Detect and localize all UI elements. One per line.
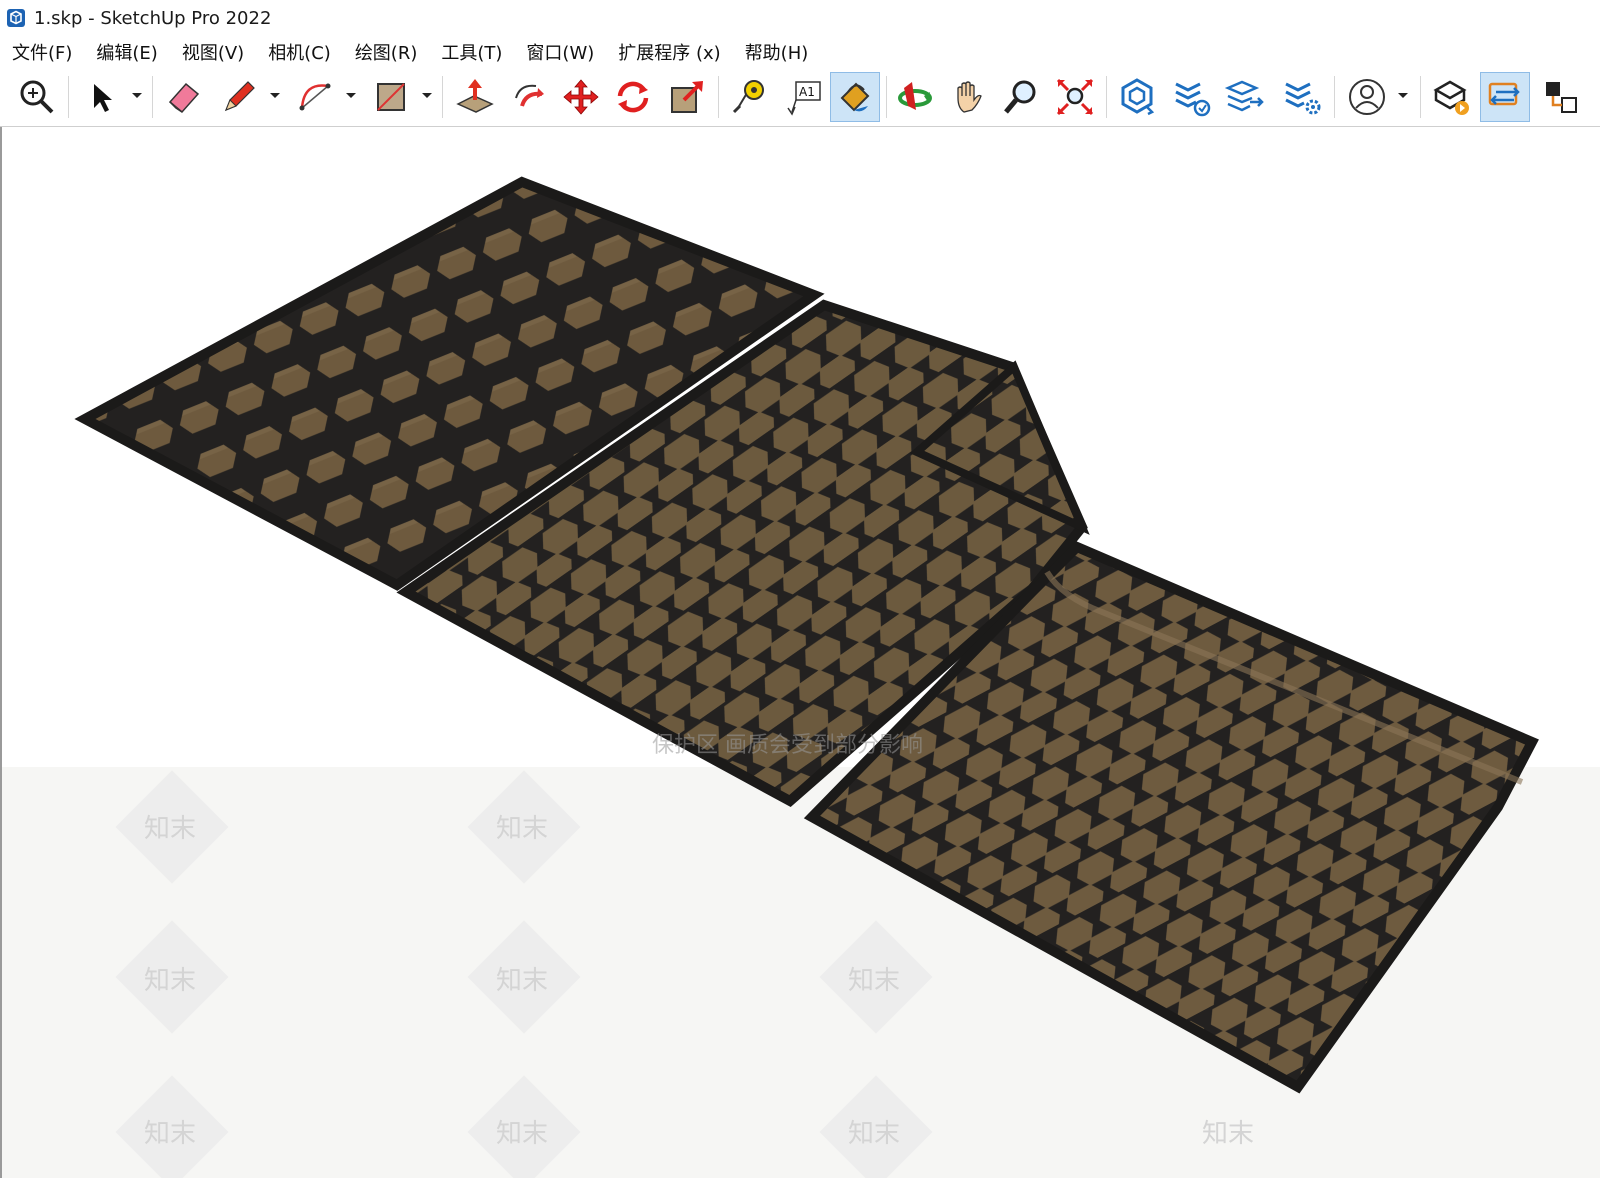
watermark-mark: 知末 (848, 1119, 900, 1149)
zoom-button[interactable] (996, 72, 1046, 122)
text-tool-label: A1 (799, 85, 815, 99)
push-pull-icon (456, 79, 494, 113)
scale-icon (671, 81, 703, 113)
rectangle-icon (377, 83, 405, 111)
add-location-button[interactable] (1426, 72, 1476, 122)
menu-extensions[interactable]: 扩展程序 (x) (618, 39, 720, 65)
orbit-button[interactable] (890, 72, 940, 122)
title-bar: 1.skp - SketchUp Pro 2022 (0, 0, 1600, 36)
menu-file[interactable]: 文件(F) (12, 39, 72, 65)
component-icon (1546, 82, 1577, 113)
watermark-mark: 知末 (144, 814, 196, 844)
orbit-icon (898, 82, 932, 110)
window-title: 1.skp - SketchUp Pro 2022 (34, 7, 272, 29)
toolbar-separator (1420, 76, 1421, 118)
toolbar-separator (68, 76, 69, 118)
move-icon (563, 79, 599, 115)
warehouse-icon (1121, 78, 1155, 116)
chevron-down-icon[interactable] (344, 88, 358, 102)
arc-button[interactable] (290, 72, 340, 122)
arc-icon (299, 83, 331, 111)
follow-me-icon (515, 84, 544, 107)
toolbar-separator (718, 76, 719, 118)
menu-view[interactable]: 视图(V) (182, 39, 244, 65)
export-button[interactable] (1480, 72, 1530, 122)
zoom-extents-button[interactable] (12, 72, 62, 122)
model-viewport[interactable]: 知末 知末 知末 知末 知末 知末 知末 知末 知末 保护区 画质会受到部分影响 (0, 127, 1600, 1178)
rotate-button[interactable] (608, 72, 658, 122)
zoom-icon (1004, 80, 1036, 114)
select-button[interactable] (76, 72, 126, 122)
menu-help[interactable]: 帮助(H) (745, 39, 809, 65)
sketchup-app-icon (7, 9, 25, 27)
move-button[interactable] (556, 72, 606, 122)
menu-tools[interactable]: 工具(T) (441, 39, 502, 65)
toolbar-separator (1106, 76, 1107, 118)
watermark-mark: 知末 (144, 966, 196, 996)
scale-button[interactable] (662, 72, 712, 122)
toolbar-separator (442, 76, 443, 118)
account-button[interactable] (1342, 72, 1392, 122)
eraser-button[interactable] (158, 72, 208, 122)
watermark-mark: 知末 (496, 814, 548, 844)
chevron-down-icon[interactable] (130, 88, 144, 102)
zoom-window-icon (1056, 78, 1094, 116)
chevron-down-icon[interactable] (1396, 88, 1410, 102)
zoom-window-button[interactable] (1050, 72, 1100, 122)
watermark-mark: 知末 (1202, 1119, 1254, 1149)
select-icon (94, 84, 112, 112)
extension-warehouse-icon (1175, 82, 1211, 117)
toolbar-separator (1334, 76, 1335, 118)
rectangle-button[interactable] (366, 72, 416, 122)
layout-send-button[interactable] (1220, 72, 1270, 122)
toolbar-separator (886, 76, 887, 118)
zoom-extents-icon (20, 80, 54, 114)
tape-measure-button[interactable] (724, 72, 774, 122)
menu-camera[interactable]: 相机(C) (268, 39, 331, 65)
follow-me-button[interactable] (504, 72, 554, 122)
export-icon (1488, 82, 1520, 106)
text-icon: A1 (787, 81, 821, 116)
watermark-mark: 知末 (848, 966, 900, 996)
paint-bucket-button[interactable] (830, 72, 880, 122)
pencil-icon (224, 81, 255, 112)
watermark-banner: 保护区 画质会受到部分影响 (652, 733, 923, 758)
pencil-button[interactable] (214, 72, 264, 122)
layout-send-icon (1224, 80, 1264, 112)
menu-window[interactable]: 窗口(W) (526, 39, 594, 65)
warehouse-button[interactable] (1112, 72, 1162, 122)
account-icon (1349, 79, 1385, 115)
add-location-icon (1433, 80, 1469, 115)
watermark-mark: 知末 (144, 1119, 196, 1149)
menu-draw[interactable]: 绘图(R) (355, 39, 418, 65)
pan-button[interactable] (944, 72, 994, 122)
menu-edit[interactable]: 编辑(E) (96, 39, 157, 65)
tape-measure-icon (732, 80, 764, 114)
push-pull-button[interactable] (450, 72, 500, 122)
rotate-icon (617, 81, 649, 113)
rug-model[interactable]: 知末 知末 知末 知末 知末 知末 知末 知末 知末 保护区 画质会受到部分影响 (2, 127, 1600, 1178)
toolbar-separator (152, 76, 153, 118)
pan-icon (957, 81, 982, 113)
paint-bucket-icon (840, 82, 870, 112)
component-button[interactable] (1536, 72, 1586, 122)
watermark-mark: 知末 (496, 1119, 548, 1149)
extension-warehouse-button[interactable] (1166, 72, 1216, 122)
main-toolbar: A1 (0, 68, 1600, 127)
chevron-down-icon[interactable] (268, 88, 282, 102)
text-button[interactable]: A1 (778, 72, 828, 122)
extension-manager-button[interactable] (1278, 72, 1328, 122)
chevron-down-icon[interactable] (420, 88, 434, 102)
watermark-mark: 知末 (496, 966, 548, 996)
eraser-icon (168, 82, 200, 114)
menu-bar: 文件(F) 编辑(E) 视图(V) 相机(C) 绘图(R) 工具(T) 窗口(W… (0, 36, 1600, 68)
extension-manager-icon (1285, 82, 1321, 115)
